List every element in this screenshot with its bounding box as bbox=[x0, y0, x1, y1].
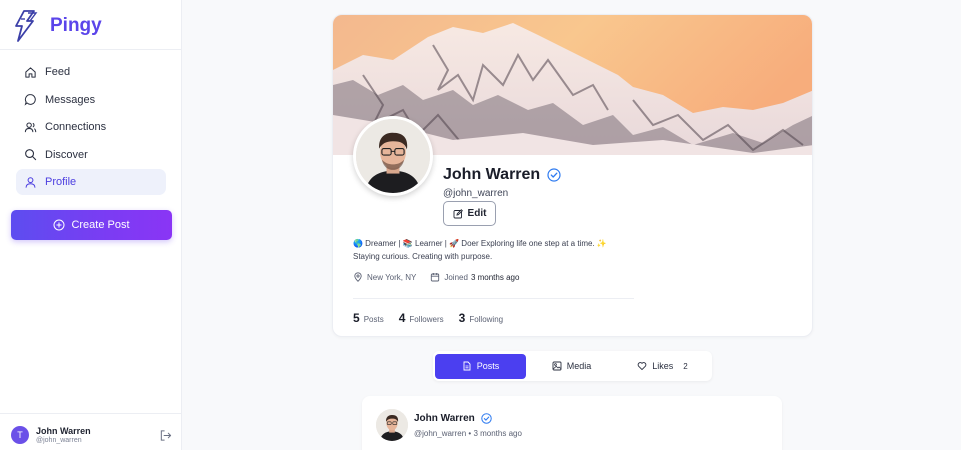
image-icon bbox=[552, 361, 562, 371]
profile-photo bbox=[356, 119, 430, 193]
profile-meta: New York, NY Joined 3 months ago bbox=[353, 272, 533, 282]
post-author-name: John Warren bbox=[414, 413, 475, 424]
tab-label: Media bbox=[566, 361, 592, 371]
stat-posts[interactable]: 5 Posts bbox=[353, 311, 384, 325]
footer-user-handle: @john_warren bbox=[36, 437, 82, 444]
sidebar-item-connections[interactable]: Connections bbox=[16, 114, 166, 140]
stat-label: Followers bbox=[409, 315, 444, 324]
verified-badge-icon bbox=[547, 168, 561, 182]
calendar-icon bbox=[431, 273, 440, 282]
create-post-button[interactable]: Create Post bbox=[11, 210, 172, 240]
stat-number: 4 bbox=[398, 311, 406, 325]
tab-label: Posts bbox=[476, 361, 500, 371]
logout-icon[interactable] bbox=[159, 429, 172, 442]
footer-user-name: John Warren bbox=[36, 426, 91, 436]
profile-name-text: John Warren bbox=[443, 166, 541, 183]
sidebar-item-label: Connections bbox=[45, 121, 107, 133]
stat-number: 3 bbox=[458, 311, 466, 325]
profile-name: John Warren bbox=[443, 166, 561, 184]
verified-badge-icon bbox=[481, 413, 492, 424]
file-text-icon bbox=[463, 361, 471, 371]
post-meta: @john_warren • 3 months ago bbox=[414, 429, 522, 438]
heart-icon bbox=[637, 362, 647, 371]
profile-handle: @john_warren bbox=[443, 188, 509, 199]
create-post-label: Create Post bbox=[71, 219, 130, 231]
likes-count: 2 bbox=[683, 361, 688, 371]
stat-followers[interactable]: 4 Followers bbox=[399, 311, 444, 325]
profile-stats: 5 Posts 4 Followers 3 Following bbox=[353, 311, 518, 325]
tab-likes[interactable]: Likes 2 bbox=[617, 354, 708, 379]
sidebar-item-label: Discover bbox=[45, 148, 88, 161]
post-author[interactable]: John Warren bbox=[414, 413, 492, 424]
sidebar-nav: Feed Messages Connections Discover Profi… bbox=[16, 59, 166, 197]
lightning-logo-icon bbox=[15, 10, 38, 42]
author-photo bbox=[376, 409, 408, 441]
avatar[interactable]: T bbox=[11, 426, 29, 444]
sidebar-item-messages[interactable]: Messages bbox=[16, 87, 166, 113]
sidebar-item-label: Feed bbox=[45, 66, 71, 78]
joined-value: 3 months ago bbox=[470, 272, 520, 282]
sidebar-item-label: Profile bbox=[45, 176, 77, 188]
edit-label: Edit bbox=[467, 208, 487, 219]
tab-media[interactable]: Media bbox=[526, 354, 617, 379]
bio-line: Staying curious. Creating with purpose. bbox=[353, 252, 493, 261]
stat-label: Posts bbox=[363, 315, 384, 324]
tab-posts[interactable]: Posts bbox=[435, 353, 526, 379]
profile-card: John Warren @john_warren Edit 🌎 Dreamer … bbox=[332, 14, 813, 337]
location-text: New York, NY bbox=[367, 272, 417, 282]
edit-icon bbox=[453, 208, 463, 218]
stat-number: 5 bbox=[353, 311, 360, 325]
joined-label: Joined bbox=[444, 272, 468, 282]
sidebar-item-label: Messages bbox=[45, 93, 96, 106]
bio-line: 🌎 Dreamer | 📚 Learner | 🚀 Doer Exploring… bbox=[353, 239, 607, 248]
profile-avatar[interactable] bbox=[353, 116, 433, 196]
profile-bio: 🌎 Dreamer | 📚 Learner | 🚀 Doer Exploring… bbox=[353, 237, 653, 263]
user-icon bbox=[25, 176, 36, 188]
post-handle: @john_warren bbox=[414, 429, 467, 438]
sidebar: Pingy Feed Messages Connections Discover… bbox=[0, 0, 182, 450]
profile-tabs: Posts Media Likes 2 bbox=[433, 351, 712, 381]
edit-profile-button[interactable]: Edit bbox=[443, 201, 496, 226]
home-icon bbox=[25, 66, 36, 78]
stat-label: Following bbox=[469, 315, 504, 324]
location: New York, NY bbox=[353, 272, 416, 282]
sidebar-item-discover[interactable]: Discover bbox=[16, 142, 166, 168]
message-circle-icon bbox=[24, 94, 36, 106]
meta-separator: • bbox=[468, 429, 472, 438]
map-pin-icon bbox=[354, 272, 362, 282]
users-icon bbox=[24, 121, 37, 132]
search-icon bbox=[25, 149, 37, 161]
user-footer: T John Warren @john_warren bbox=[0, 413, 181, 450]
post-card: John Warren @john_warren • 3 months ago bbox=[362, 396, 782, 450]
tab-label: Likes bbox=[652, 361, 674, 371]
joined-date: Joined 3 months ago bbox=[430, 272, 519, 282]
app-logo[interactable]: Pingy bbox=[12, 8, 102, 44]
divider bbox=[353, 298, 634, 299]
post-avatar[interactable] bbox=[376, 409, 408, 441]
sidebar-item-feed[interactable]: Feed bbox=[16, 59, 166, 85]
stat-following[interactable]: 3 Following bbox=[459, 311, 503, 325]
sidebar-item-profile[interactable]: Profile bbox=[16, 169, 166, 195]
divider bbox=[0, 49, 181, 50]
app-name: Pingy bbox=[50, 15, 102, 36]
plus-circle-icon bbox=[53, 219, 65, 231]
post-time: 3 months ago bbox=[473, 429, 522, 438]
